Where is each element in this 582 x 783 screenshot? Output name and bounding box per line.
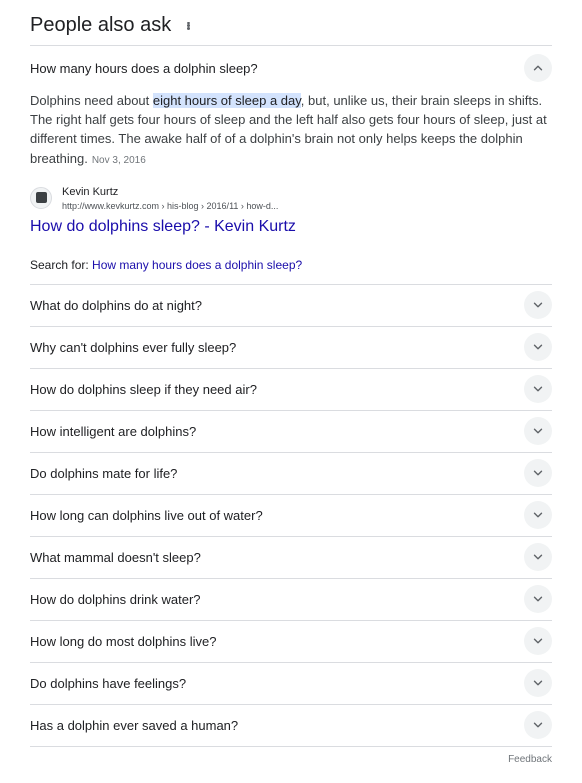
- question-row-expanded[interactable]: How many hours does a dolphin sleep?: [30, 46, 552, 90]
- question-text: Do dolphins have feelings?: [30, 675, 187, 691]
- chevron-down-icon[interactable]: [524, 375, 552, 404]
- question-text: What do dolphins do at night?: [30, 297, 203, 313]
- question-row[interactable]: Has a dolphin ever saved a human?: [30, 705, 552, 747]
- search-for-link[interactable]: How many hours does a dolphin sleep?: [92, 258, 302, 272]
- question-text: How intelligent are dolphins?: [30, 423, 197, 439]
- source-url: http://www.kevkurtz.com › his-blog › 201…: [62, 200, 279, 211]
- chevron-down-icon[interactable]: [524, 501, 552, 530]
- question-row[interactable]: How long can dolphins live out of water?: [30, 495, 552, 537]
- question-text: How do dolphins sleep if they need air?: [30, 381, 257, 397]
- question-text: How many hours does a dolphin sleep?: [30, 60, 258, 76]
- question-text: Has a dolphin ever saved a human?: [30, 717, 239, 733]
- paa-title: People also ask: [30, 14, 172, 36]
- people-also-ask-panel: People also ask How many hours does a do…: [30, 0, 552, 747]
- question-row[interactable]: What mammal doesn't sleep?: [30, 537, 552, 579]
- question-row[interactable]: Do dolphins mate for life?: [30, 453, 552, 495]
- question-text: What mammal doesn't sleep?: [30, 549, 201, 565]
- source-name: Kevin Kurtz: [62, 185, 119, 198]
- search-for-row: Search for: How many hours does a dolphi…: [30, 258, 552, 285]
- question-text: Why can't dolphins ever fully sleep?: [30, 339, 237, 355]
- chevron-down-icon[interactable]: [524, 417, 552, 446]
- question-text: How long can dolphins live out of water?: [30, 507, 263, 523]
- question-text: Do dolphins mate for life?: [30, 465, 178, 481]
- chevron-down-icon[interactable]: [524, 669, 552, 698]
- question-row[interactable]: How long do most dolphins live?: [30, 621, 552, 663]
- question-row[interactable]: How intelligent are dolphins?: [30, 411, 552, 453]
- result-title-link[interactable]: How do dolphins sleep? - Kevin Kurtz: [30, 218, 552, 236]
- question-row[interactable]: How do dolphins drink water?: [30, 579, 552, 621]
- question-text: How long do most dolphins live?: [30, 633, 217, 649]
- answer-highlight: eight hours of sleep a day: [152, 93, 301, 108]
- question-row[interactable]: Why can't dolphins ever fully sleep?: [30, 327, 552, 369]
- chevron-down-icon[interactable]: [524, 459, 552, 488]
- feedback-link[interactable]: Feedback: [508, 754, 552, 765]
- question-row[interactable]: What do dolphins do at night?: [30, 285, 552, 327]
- answer-date: Nov 3, 2016: [91, 154, 146, 166]
- chevron-up-icon[interactable]: [524, 54, 552, 82]
- search-for-label: Search for:: [30, 257, 93, 272]
- chevron-down-icon[interactable]: [524, 291, 552, 320]
- chevron-down-icon[interactable]: [524, 627, 552, 656]
- question-text: How do dolphins drink water?: [30, 591, 201, 607]
- answer-text-start: Dolphins need about: [30, 93, 153, 108]
- chevron-down-icon[interactable]: [524, 711, 552, 740]
- more-vert-icon[interactable]: [183, 19, 193, 33]
- paa-header: People also ask: [30, 0, 552, 46]
- chevron-down-icon[interactable]: [524, 543, 552, 572]
- chevron-down-icon[interactable]: [524, 585, 552, 614]
- question-row[interactable]: Do dolphins have feelings?: [30, 663, 552, 705]
- question-list: What do dolphins do at night? Why can't d…: [30, 285, 552, 747]
- chevron-down-icon[interactable]: [524, 333, 552, 362]
- answer-snippet: Dolphins need about eight hours of sleep…: [30, 90, 552, 170]
- source-attribution[interactable]: Kevin Kurtz http://www.kevkurtz.com › hi…: [30, 185, 552, 213]
- site-favicon-icon: [30, 186, 52, 209]
- question-row[interactable]: How do dolphins sleep if they need air?: [30, 369, 552, 411]
